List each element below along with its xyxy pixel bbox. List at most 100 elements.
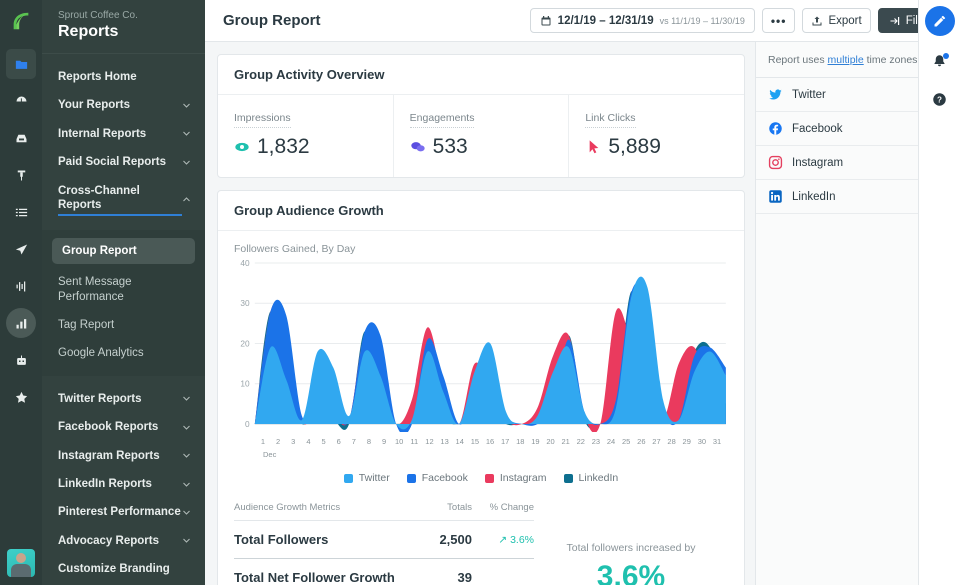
svg-text:1: 1 <box>261 437 265 446</box>
sidebar-item-google-analytics[interactable]: Google Analytics <box>42 339 205 367</box>
table-header-row: Audience Growth Metrics Totals % Change <box>234 496 534 520</box>
chevron-down-icon <box>183 425 190 430</box>
sidebar-item-paid-social-reports[interactable]: Paid Social Reports <box>42 148 205 176</box>
rail-item-bots[interactable] <box>6 345 36 375</box>
legend-item-linkedin[interactable]: LinkedIn <box>563 472 619 484</box>
metric-engagements: Engagements 533 <box>394 95 570 177</box>
svg-text:29: 29 <box>683 437 691 446</box>
sidebar-item-label: Instagram Reports <box>58 449 160 462</box>
compose-button[interactable] <box>924 6 955 36</box>
sidebar-item-instagram-reports[interactable]: Instagram Reports <box>42 442 205 470</box>
export-button[interactable]: Export <box>802 8 871 33</box>
user-avatar[interactable] <box>7 549 35 577</box>
chart-legend: Twitter Facebook Instagram LinkedIn <box>218 466 744 496</box>
sidebar-item-linkedin-reports[interactable]: LinkedIn Reports <box>42 470 205 498</box>
svg-text:6: 6 <box>337 437 341 446</box>
legend-item-twitter[interactable]: Twitter <box>343 472 390 484</box>
svg-text:20: 20 <box>240 340 250 349</box>
svg-text:25: 25 <box>622 437 630 446</box>
rail-item-pinned[interactable] <box>6 160 36 190</box>
audience-growth-table-wrap: Audience Growth Metrics Totals % Change … <box>218 496 744 585</box>
chevron-down-icon <box>183 397 190 402</box>
legend-swatch <box>343 473 353 483</box>
metric-label: Engagements <box>409 112 475 128</box>
followers-area-chart[interactable]: 0 10 20 30 40 1 2 3 4 5 6 7 8 9 10 11 12 13 14 15 16 17 18 19 2… <box>218 257 744 466</box>
date-range-picker[interactable]: 12/1/19 – 12/31/19 vs 11/1/19 – 11/30/19 <box>529 8 755 33</box>
sidebar-item-tag-report[interactable]: Tag Report <box>42 311 205 339</box>
column-header-metric: Audience Growth Metrics <box>234 502 341 513</box>
sidebar-item-group-report[interactable]: Group Report <box>52 238 195 265</box>
rail-item-dashboard[interactable] <box>6 86 36 116</box>
sidebar-item-customize-branding[interactable]: Customize Branding <box>42 555 205 583</box>
svg-text:27: 27 <box>652 437 660 446</box>
rail-item-send[interactable] <box>6 234 36 264</box>
legend-label: LinkedIn <box>578 472 619 484</box>
sprout-leaf-logo-icon[interactable] <box>10 10 32 35</box>
metric-value: 1,832 <box>257 135 310 158</box>
legend-label: Instagram <box>499 472 547 484</box>
rail-item-favorites[interactable] <box>6 382 36 412</box>
sidebar-item-cross-channel-reports[interactable]: Cross-Channel Reports <box>42 177 205 224</box>
legend-item-facebook[interactable]: Facebook <box>406 472 468 484</box>
facebook-icon <box>768 121 783 136</box>
legend-swatch <box>406 473 416 483</box>
metric-value-row: 5,889 <box>585 135 728 159</box>
row-metric-name: Total Followers <box>234 532 329 547</box>
svg-text:12: 12 <box>425 437 433 446</box>
network-label: LinkedIn <box>792 190 836 203</box>
svg-text:?: ? <box>937 96 942 105</box>
main-area: Group Report 12/1/19 – 12/31/19 vs 11/1/… <box>205 0 960 585</box>
more-options-button[interactable]: ••• <box>761 8 796 33</box>
rail-item-tasks[interactable] <box>6 197 36 227</box>
reports-sidebar: Sprout Coffee Co. Reports Reports Home Y… <box>42 0 205 585</box>
sidebar-item-pinterest-performance[interactable]: Pinterest Performance <box>42 498 205 526</box>
svg-text:30: 30 <box>240 299 250 308</box>
growth-card-title: Group Audience Growth <box>218 191 744 231</box>
timezone-prefix: Report uses <box>768 54 828 66</box>
help-button[interactable]: ? <box>932 92 947 110</box>
svg-text:11: 11 <box>410 437 418 446</box>
legend-item-instagram[interactable]: Instagram <box>484 472 547 484</box>
twitter-icon <box>768 87 783 102</box>
rail-item-listening[interactable] <box>6 271 36 301</box>
sidebar-item-advocacy-reports[interactable]: Advocacy Reports <box>42 527 205 555</box>
svg-text:28: 28 <box>667 437 675 446</box>
rail-item-inbox[interactable] <box>6 123 36 153</box>
svg-text:13: 13 <box>440 437 448 446</box>
icon-rail <box>0 0 42 585</box>
sidebar-item-sent-message-performance[interactable]: Sent Message Performance <box>42 268 205 311</box>
sidebar-item-facebook-reports[interactable]: Facebook Reports <box>42 413 205 441</box>
eye-icon <box>235 142 249 152</box>
svg-text:31: 31 <box>713 437 721 446</box>
stat-caption: Total followers increased by <box>566 542 696 554</box>
metric-link-clicks: Link Clicks 5,889 <box>569 95 744 177</box>
overview-card-title: Group Activity Overview <box>218 55 744 95</box>
timezone-link[interactable]: multiple <box>828 54 864 66</box>
cursor-arrow-icon <box>590 140 599 154</box>
svg-text:10: 10 <box>240 380 250 389</box>
group-activity-overview-card: Group Activity Overview Impressions 1,83… <box>217 54 745 178</box>
svg-text:8: 8 <box>367 437 371 446</box>
svg-text:5: 5 <box>321 437 325 446</box>
trend-up-icon: ↗ <box>498 533 508 546</box>
sidebar-item-internal-reports[interactable]: Internal Reports <box>42 120 205 148</box>
legend-label: Facebook <box>421 472 468 484</box>
sidebar-item-twitter-reports[interactable]: Twitter Reports <box>42 385 205 413</box>
sidebar-item-your-reports[interactable]: Your Reports <box>42 91 205 119</box>
row-total: 39 <box>457 570 472 585</box>
svg-text:14: 14 <box>456 437 464 446</box>
svg-text:4: 4 <box>306 437 310 446</box>
notifications-button[interactable] <box>932 53 949 72</box>
sidebar-item-reports-home[interactable]: Reports Home <box>42 63 205 91</box>
svg-text:15: 15 <box>471 437 479 446</box>
more-dots-icon: ••• <box>770 13 787 28</box>
rail-item-publishing[interactable] <box>6 49 36 79</box>
filters-arrow-icon <box>890 16 899 25</box>
sidebar-item-label: Pinterest Performance <box>58 506 181 519</box>
chevron-down-icon <box>183 538 190 544</box>
chevron-down-icon <box>183 160 190 165</box>
rail-item-reports[interactable] <box>6 308 36 338</box>
sidebar-cross-channel-submenu: Group Report Sent Message Performance Ta… <box>42 230 205 376</box>
svg-text:Dec: Dec <box>263 450 277 459</box>
metric-label: Impressions <box>234 112 291 128</box>
